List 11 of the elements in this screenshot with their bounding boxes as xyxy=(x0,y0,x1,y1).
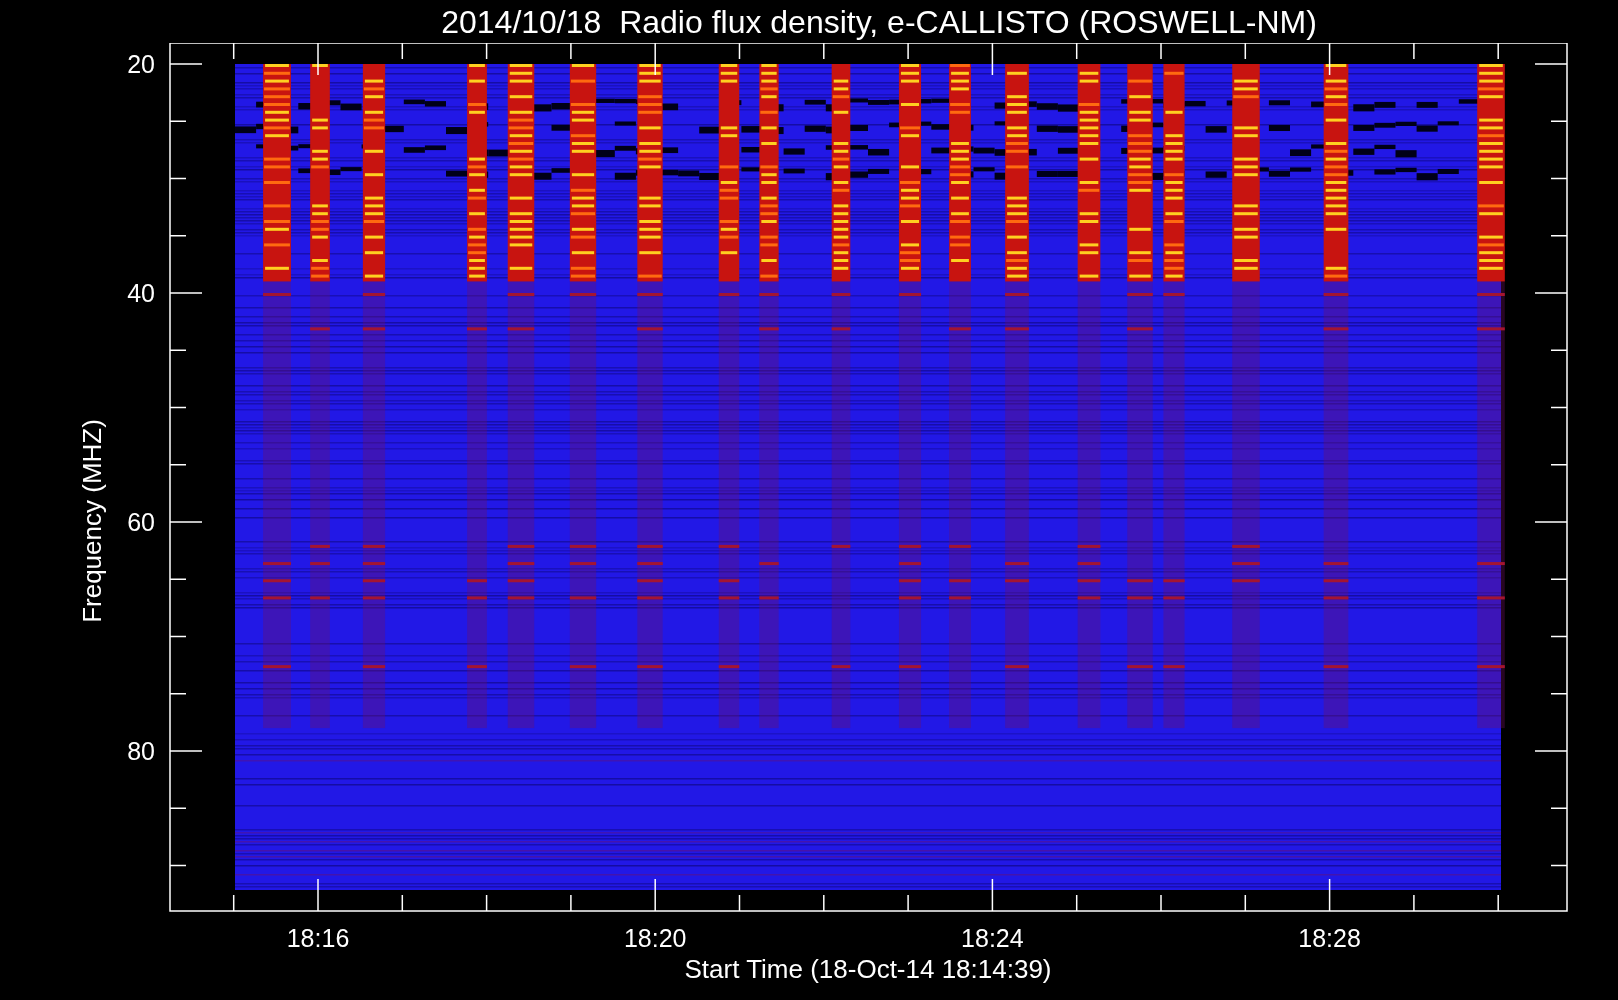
y-axis-label: Frequency (MHZ) xyxy=(77,419,107,623)
x-tick-label: 18:16 xyxy=(286,924,350,952)
chart-title: 2014/10/18 Radio flux density, e-CALLISTO (ROSWELL-NM) xyxy=(441,2,1317,42)
x-tick-label: 18:20 xyxy=(623,924,687,952)
x-tick-label: 18:28 xyxy=(1298,924,1361,952)
y-tick-label: 20 xyxy=(127,50,155,78)
y-tick-label: 40 xyxy=(127,279,155,307)
y-tick-label: 60 xyxy=(127,508,155,536)
y-tick-label: 80 xyxy=(127,737,155,765)
x-axis-label: Start Time (18-Oct-14 18:14:39) xyxy=(684,954,1052,984)
x-tick-label: 18:24 xyxy=(961,924,1024,952)
